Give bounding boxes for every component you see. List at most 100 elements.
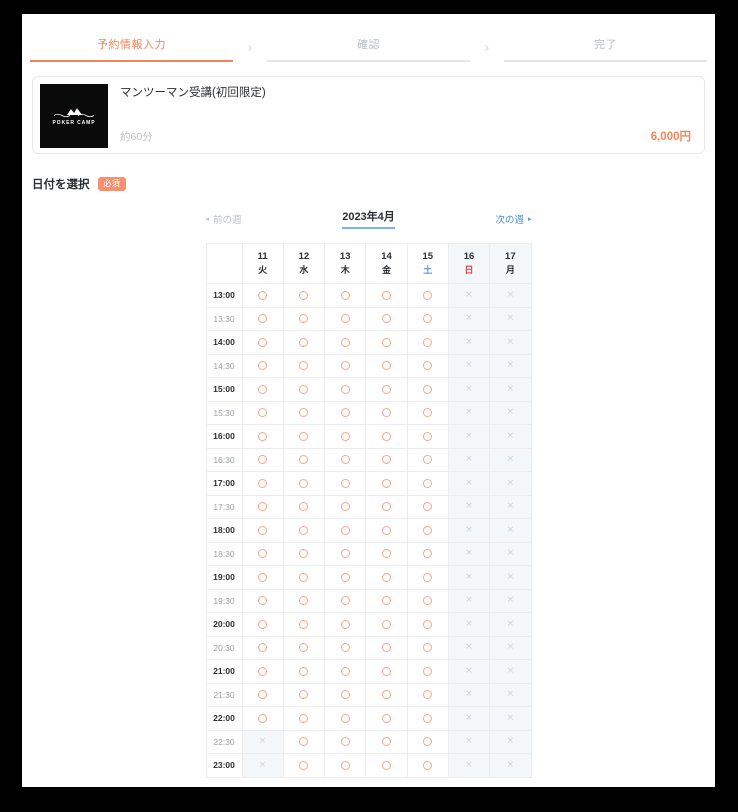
slot-15-18:30-available[interactable] bbox=[406, 541, 449, 566]
slot-13-15:00-available[interactable] bbox=[324, 377, 367, 402]
slot-12-20:00-available[interactable] bbox=[282, 612, 326, 637]
slot-15-19:00-available[interactable] bbox=[406, 565, 449, 590]
slot-14-18:30-available[interactable] bbox=[365, 541, 408, 566]
slot-15-14:30-available[interactable] bbox=[406, 353, 449, 378]
slot-15-15:00-available[interactable] bbox=[406, 377, 449, 402]
slot-11-17:30-available[interactable] bbox=[241, 494, 284, 519]
slot-15-21:00-available[interactable] bbox=[406, 659, 449, 684]
slot-14-15:30-available[interactable] bbox=[365, 400, 408, 425]
slot-12-17:00-available[interactable] bbox=[282, 471, 326, 496]
slot-11-18:30-available[interactable] bbox=[241, 541, 284, 566]
slot-11-15:00-available[interactable] bbox=[241, 377, 284, 402]
slot-14-16:00-available[interactable] bbox=[365, 424, 408, 449]
slot-13-17:00-available[interactable] bbox=[324, 471, 367, 496]
slot-14-13:00-available[interactable] bbox=[365, 283, 408, 308]
prev-week-button[interactable]: ◂ 前の週 bbox=[206, 212, 242, 226]
slot-12-20:30-available[interactable] bbox=[282, 635, 326, 660]
slot-11-19:00-available[interactable] bbox=[241, 565, 284, 590]
slot-15-13:30-available[interactable] bbox=[406, 306, 449, 331]
slot-11-15:30-available[interactable] bbox=[241, 400, 284, 425]
step-confirm[interactable]: 確認 bbox=[267, 36, 470, 62]
slot-15-16:00-available[interactable] bbox=[406, 424, 449, 449]
slot-13-14:30-available[interactable] bbox=[324, 353, 367, 378]
slot-15-22:30-available[interactable] bbox=[406, 729, 449, 754]
slot-11-22:00-available[interactable] bbox=[241, 706, 284, 731]
slot-15-13:00-available[interactable] bbox=[406, 283, 449, 308]
slot-11-16:00-available[interactable] bbox=[241, 424, 284, 449]
slot-13-16:00-available[interactable] bbox=[324, 424, 367, 449]
slot-13-13:00-available[interactable] bbox=[324, 283, 367, 308]
slot-11-21:30-available[interactable] bbox=[241, 682, 284, 707]
slot-12-17:30-available[interactable] bbox=[282, 494, 326, 519]
slot-12-13:30-available[interactable] bbox=[282, 306, 326, 331]
step-complete[interactable]: 完了 bbox=[504, 36, 707, 62]
slot-13-20:30-available[interactable] bbox=[324, 635, 367, 660]
slot-11-13:30-available[interactable] bbox=[241, 306, 284, 331]
slot-13-19:00-available[interactable] bbox=[324, 565, 367, 590]
slot-13-21:30-available[interactable] bbox=[324, 682, 367, 707]
slot-11-17:00-available[interactable] bbox=[241, 471, 284, 496]
slot-12-18:30-available[interactable] bbox=[282, 541, 326, 566]
slot-13-22:30-available[interactable] bbox=[324, 729, 367, 754]
slot-12-19:00-available[interactable] bbox=[282, 565, 326, 590]
slot-11-14:30-available[interactable] bbox=[241, 353, 284, 378]
slot-13-14:00-available[interactable] bbox=[324, 330, 367, 355]
step-reservation-input[interactable]: 予約情報入力 bbox=[30, 36, 233, 62]
slot-13-23:00-available[interactable] bbox=[324, 753, 367, 778]
slot-15-14:00-available[interactable] bbox=[406, 330, 449, 355]
slot-12-16:30-available[interactable] bbox=[282, 447, 326, 472]
slot-13-18:30-available[interactable] bbox=[324, 541, 367, 566]
slot-12-14:30-available[interactable] bbox=[282, 353, 326, 378]
slot-15-21:30-available[interactable] bbox=[406, 682, 449, 707]
slot-13-22:00-available[interactable] bbox=[324, 706, 367, 731]
slot-14-21:00-available[interactable] bbox=[365, 659, 408, 684]
slot-14-16:30-available[interactable] bbox=[365, 447, 408, 472]
slot-12-21:00-available[interactable] bbox=[282, 659, 326, 684]
slot-14-20:30-available[interactable] bbox=[365, 635, 408, 660]
slot-12-22:30-available[interactable] bbox=[282, 729, 326, 754]
slot-14-14:00-available[interactable] bbox=[365, 330, 408, 355]
slot-12-23:00-available[interactable] bbox=[282, 753, 326, 778]
slot-15-19:30-available[interactable] bbox=[406, 588, 449, 613]
slot-11-21:00-available[interactable] bbox=[241, 659, 284, 684]
slot-14-20:00-available[interactable] bbox=[365, 612, 408, 637]
slot-13-13:30-available[interactable] bbox=[324, 306, 367, 331]
slot-11-13:00-available[interactable] bbox=[241, 283, 284, 308]
slot-13-17:30-available[interactable] bbox=[324, 494, 367, 519]
slot-12-21:30-available[interactable] bbox=[282, 682, 326, 707]
slot-15-22:00-available[interactable] bbox=[406, 706, 449, 731]
slot-15-17:00-available[interactable] bbox=[406, 471, 449, 496]
slot-15-18:00-available[interactable] bbox=[406, 518, 449, 543]
slot-14-22:00-available[interactable] bbox=[365, 706, 408, 731]
slot-13-21:00-available[interactable] bbox=[324, 659, 367, 684]
slot-12-16:00-available[interactable] bbox=[282, 424, 326, 449]
slot-14-17:00-available[interactable] bbox=[365, 471, 408, 496]
slot-14-23:00-available[interactable] bbox=[365, 753, 408, 778]
slot-12-14:00-available[interactable] bbox=[282, 330, 326, 355]
slot-11-20:00-available[interactable] bbox=[241, 612, 284, 637]
slot-14-21:30-available[interactable] bbox=[365, 682, 408, 707]
slot-11-16:30-available[interactable] bbox=[241, 447, 284, 472]
slot-15-20:00-available[interactable] bbox=[406, 612, 449, 637]
slot-11-19:30-available[interactable] bbox=[241, 588, 284, 613]
slot-11-14:00-available[interactable] bbox=[241, 330, 284, 355]
slot-12-15:00-available[interactable] bbox=[282, 377, 326, 402]
slot-14-17:30-available[interactable] bbox=[365, 494, 408, 519]
slot-15-16:30-available[interactable] bbox=[406, 447, 449, 472]
slot-12-18:00-available[interactable] bbox=[282, 518, 326, 543]
slot-14-15:00-available[interactable] bbox=[365, 377, 408, 402]
slot-12-22:00-available[interactable] bbox=[282, 706, 326, 731]
slot-14-19:30-available[interactable] bbox=[365, 588, 408, 613]
slot-14-22:30-available[interactable] bbox=[365, 729, 408, 754]
slot-14-18:00-available[interactable] bbox=[365, 518, 408, 543]
slot-11-18:00-available[interactable] bbox=[241, 518, 284, 543]
slot-14-19:00-available[interactable] bbox=[365, 565, 408, 590]
slot-14-14:30-available[interactable] bbox=[365, 353, 408, 378]
slot-12-19:30-available[interactable] bbox=[282, 588, 326, 613]
slot-13-20:00-available[interactable] bbox=[324, 612, 367, 637]
slot-13-16:30-available[interactable] bbox=[324, 447, 367, 472]
slot-11-20:30-available[interactable] bbox=[241, 635, 284, 660]
slot-15-23:00-available[interactable] bbox=[406, 753, 449, 778]
next-week-button[interactable]: 次の週 ▸ bbox=[495, 212, 531, 226]
slot-13-19:30-available[interactable] bbox=[324, 588, 367, 613]
